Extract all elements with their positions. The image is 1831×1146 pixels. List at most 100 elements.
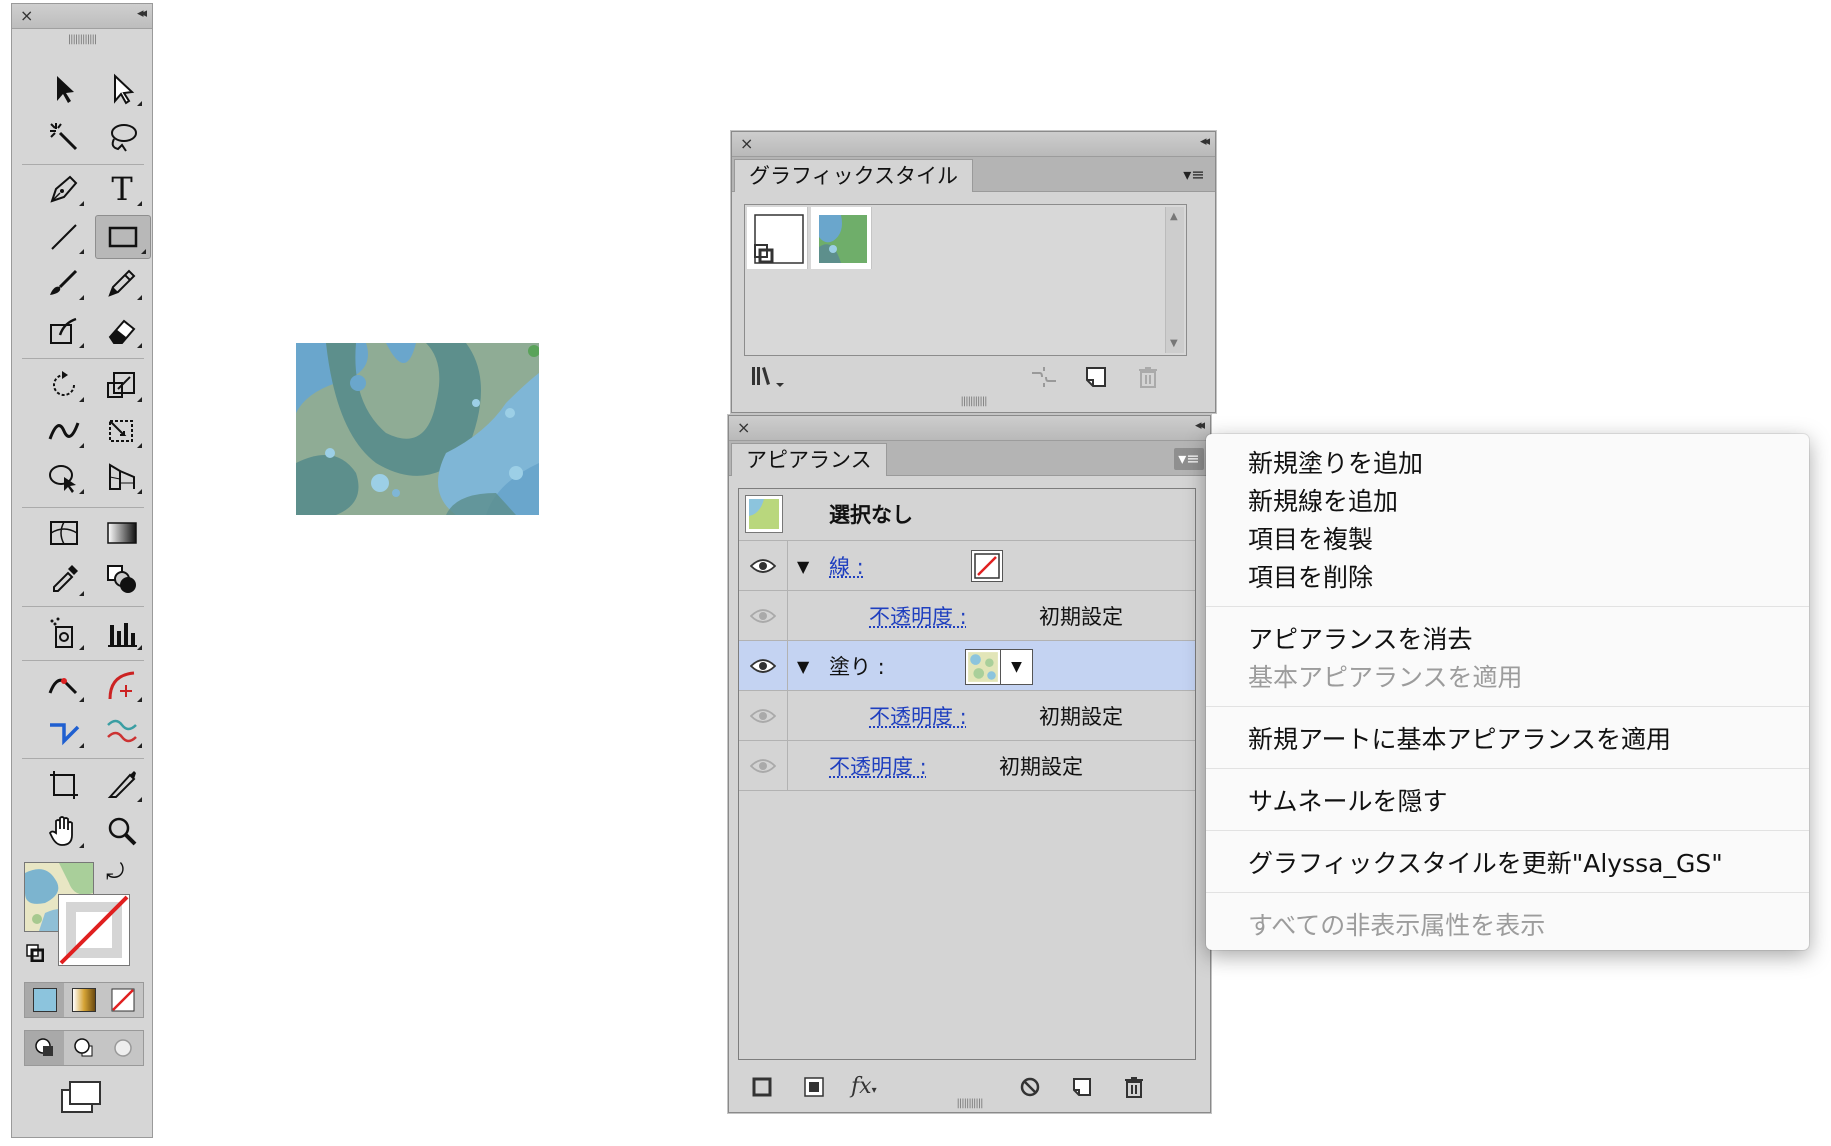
break-link-icon[interactable] [1028, 365, 1060, 394]
graphic-style-default[interactable] [747, 207, 808, 269]
collapse-icon[interactable]: ◂◂ [1200, 134, 1210, 149]
opacity-label[interactable]: 不透明度 : [829, 751, 927, 781]
shaper-tool[interactable] [40, 310, 88, 352]
slice-tool[interactable] [98, 764, 146, 806]
collapse-icon[interactable]: ◂◂ [137, 6, 147, 21]
hand-tool[interactable] [40, 810, 88, 852]
stroke-label[interactable]: 線 : [829, 551, 864, 581]
none-mode-button[interactable] [104, 983, 143, 1017]
new-graphic-style-icon[interactable] [1084, 365, 1108, 394]
lasso-tool[interactable] [98, 116, 146, 158]
visibility-toggle[interactable] [739, 541, 788, 590]
default-fill-stroke-icon[interactable] [26, 944, 45, 963]
scale-tool[interactable] [98, 364, 146, 406]
column-graph-tool[interactable] [98, 612, 146, 654]
tab-appearance[interactable]: アピアランス [731, 443, 887, 476]
screen-mode-button[interactable] [58, 1078, 106, 1118]
free-transform-tool[interactable] [98, 410, 146, 452]
graphic-styles-titlebar[interactable]: × ◂◂ [732, 132, 1215, 157]
tab-graphic-styles[interactable]: グラフィックスタイル [734, 159, 973, 192]
shape-builder-tool[interactable] [40, 456, 88, 498]
gradient-mode-button[interactable] [64, 983, 103, 1017]
clear-appearance-icon[interactable] [1019, 1076, 1041, 1103]
smooth-path-tool[interactable] [98, 710, 146, 752]
pencil-tool[interactable] [98, 262, 146, 304]
graphic-style-pattern[interactable] [811, 207, 872, 269]
rectangle-tool[interactable] [95, 215, 151, 259]
scroll-up-icon[interactable]: ▲ [1170, 211, 1178, 222]
close-icon[interactable]: × [740, 134, 753, 153]
delete-graphic-style-icon[interactable] [1136, 365, 1160, 394]
mesh-tool[interactable] [40, 512, 88, 554]
menu-item-new-art-basic-appearance[interactable]: 新規アートに基本アピアランスを適用 [1248, 720, 1671, 756]
opacity-row[interactable]: 不透明度 : 初期設定 [739, 741, 1195, 791]
delete-item-icon[interactable] [1123, 1076, 1145, 1103]
grip-icon[interactable]: ||||||||||| [960, 396, 987, 407]
draw-normal-button[interactable] [25, 1031, 65, 1065]
menu-item-remove-item[interactable]: 項目を削除 [1248, 558, 1373, 594]
grip-icon[interactable]: |||||||||||| [68, 34, 97, 45]
menu-item-add-new-fill[interactable]: 新規塗りを追加 [1248, 444, 1423, 480]
paintbrush-tool[interactable] [40, 262, 88, 304]
symbol-sprayer-tool[interactable] [40, 612, 88, 654]
type-tool[interactable]: T [98, 168, 146, 210]
add-new-fill-icon[interactable] [803, 1076, 825, 1103]
visibility-toggle[interactable] [739, 641, 788, 690]
eyedropper-tool[interactable] [40, 558, 88, 600]
add-effect-button[interactable]: fx▾ [851, 1074, 877, 1099]
stroke-color-swatch[interactable] [971, 550, 1003, 582]
dropdown-arrow-icon[interactable]: ▼ [1000, 650, 1032, 684]
join-path-tool[interactable] [40, 710, 88, 752]
scroll-down-icon[interactable]: ▼ [1170, 338, 1178, 349]
visibility-toggle[interactable] [739, 691, 788, 740]
collapse-icon[interactable]: ◂◂ [1195, 418, 1205, 433]
menu-item-clear-appearance[interactable]: アピアランスを消去 [1248, 620, 1473, 656]
appearance-titlebar[interactable]: × ◂◂ [729, 416, 1210, 441]
rotate-tool[interactable] [40, 364, 88, 406]
graphic-style-libraries-icon[interactable] [750, 365, 786, 394]
blend-tool[interactable] [98, 558, 146, 600]
add-new-stroke-icon[interactable] [751, 1076, 773, 1103]
menu-item-redefine-graphic-style[interactable]: グラフィックスタイルを更新"Alyssa_GS" [1248, 844, 1723, 880]
stroke-row[interactable]: ▼ 線 : [739, 541, 1195, 591]
stroke-opacity-label[interactable]: 不透明度 : [869, 601, 967, 631]
puppet-warp-tool[interactable] [40, 664, 88, 706]
stroke-opacity-row[interactable]: 不透明度 : 初期設定 [739, 591, 1195, 641]
eraser-tool[interactable] [98, 310, 146, 352]
perspective-grid-tool[interactable] [98, 456, 146, 498]
visibility-toggle[interactable] [739, 591, 788, 640]
stroke-swatch[interactable] [58, 894, 130, 966]
panel-menu-button[interactable]: ▾≡ [1179, 164, 1209, 186]
graphic-styles-scrollbar[interactable]: ▲ ▼ [1165, 207, 1184, 353]
pattern-artwork[interactable] [296, 343, 540, 515]
zoom-tool[interactable] [98, 810, 146, 852]
draw-inside-button[interactable] [104, 1031, 143, 1065]
curvature-add-anchor-tool[interactable] [98, 664, 146, 706]
width-tool[interactable] [40, 410, 88, 452]
close-icon[interactable]: × [737, 418, 750, 437]
swap-fill-stroke-icon[interactable]: ⤾ [106, 860, 124, 885]
visibility-toggle[interactable] [739, 741, 788, 790]
direct-selection-tool[interactable] [98, 68, 146, 110]
panel-menu-button[interactable]: ▾≡ [1174, 448, 1204, 470]
fill-row[interactable]: ▼ 塗り : ▼ [739, 641, 1195, 691]
selection-tool[interactable] [40, 68, 88, 110]
tools-titlebar[interactable]: × ◂◂ [12, 4, 152, 29]
draw-behind-button[interactable] [64, 1031, 103, 1065]
disclosure-triangle-icon[interactable]: ▼ [797, 657, 809, 676]
close-icon[interactable]: × [20, 6, 33, 25]
color-mode-button[interactable] [25, 983, 65, 1017]
gradient-tool[interactable] [98, 512, 146, 554]
pen-tool[interactable] [40, 168, 88, 210]
magic-wand-tool[interactable] [40, 116, 88, 158]
line-segment-tool[interactable] [40, 216, 88, 258]
menu-item-add-new-stroke[interactable]: 新規線を追加 [1248, 482, 1398, 518]
disclosure-triangle-icon[interactable]: ▼ [797, 557, 809, 576]
fill-opacity-label[interactable]: 不透明度 : [869, 701, 967, 731]
fill-color-swatch[interactable]: ▼ [965, 649, 1033, 685]
menu-item-duplicate-item[interactable]: 項目を複製 [1248, 520, 1373, 556]
menu-item-hide-thumbnails[interactable]: サムネールを隠す [1248, 782, 1448, 818]
artboard-tool[interactable] [40, 764, 88, 806]
duplicate-item-icon[interactable] [1071, 1076, 1093, 1103]
grip-icon[interactable]: ||||||||||| [956, 1098, 983, 1109]
